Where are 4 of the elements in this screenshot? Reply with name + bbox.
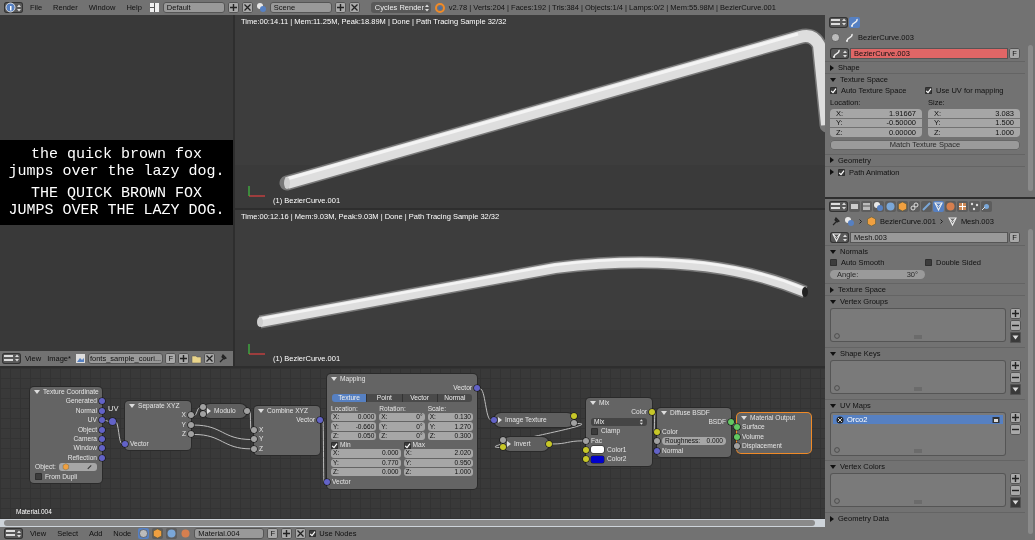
- image-text-line: the quick brown fox: [31, 146, 202, 164]
- image-text-line: THE QUICK BROWN FOX: [31, 185, 202, 203]
- image-text-line: jumps over the lazy dog.: [8, 163, 225, 181]
- image-text-line: JUMPS OVER THE LAZY DOG.: [8, 202, 225, 220]
